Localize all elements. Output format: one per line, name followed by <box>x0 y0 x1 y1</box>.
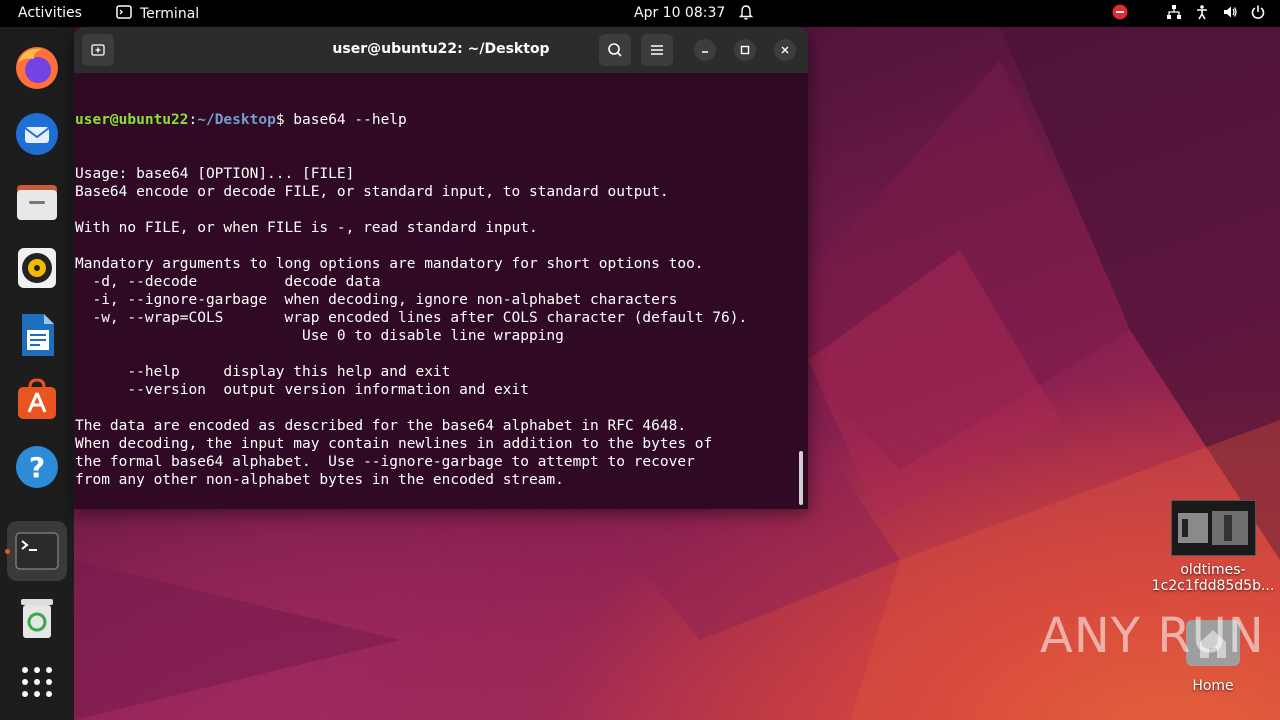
command-line: user@ubuntu22:~/Desktop$ base64 --help <box>75 111 795 129</box>
dock-trash[interactable] <box>7 588 67 648</box>
dock-rhythmbox[interactable] <box>7 238 67 298</box>
prompt-path: ~/Desktop <box>197 112 276 128</box>
terminal-icon <box>15 532 59 570</box>
maximize-icon <box>740 45 750 55</box>
prompt-user: user@ubuntu22 <box>75 112 189 128</box>
dock-help[interactable]: ? <box>7 437 67 497</box>
running-indicator <box>5 549 10 554</box>
close-button[interactable] <box>774 39 796 61</box>
output-line: The data are encoded as described for th… <box>75 418 687 434</box>
terminal-app-icon <box>116 5 132 23</box>
dock-show-applications[interactable] <box>7 652 67 712</box>
maximize-button[interactable] <box>734 39 756 61</box>
firefox-icon <box>16 47 58 89</box>
terminal-window[interactable]: user@ubuntu22: ~/Desktop user@ubuntu22:~… <box>74 27 808 509</box>
notification-bell-icon[interactable] <box>738 4 754 25</box>
stop-icon[interactable] <box>1112 4 1128 24</box>
output-line: Mandatory arguments to long options are … <box>75 256 704 272</box>
menu-button[interactable] <box>641 34 673 66</box>
app-menu-label: Terminal <box>140 6 200 22</box>
power-icon[interactable] <box>1250 4 1266 24</box>
trash-icon <box>21 599 53 638</box>
help-icon: ? <box>16 446 58 488</box>
prompt-separator: : <box>188 112 198 128</box>
writer-icon <box>22 314 54 356</box>
dock-firefox[interactable] <box>7 38 67 98</box>
search-button[interactable] <box>599 34 631 66</box>
app-grid-icon <box>22 667 52 697</box>
output-line: Base64 encode or decode FILE, or standar… <box>75 184 669 200</box>
software-store-icon <box>18 378 56 419</box>
output-line: GNU coreutils online help: <https://www.… <box>75 507 795 509</box>
dock-files[interactable] <box>7 172 67 232</box>
dock-ubuntu-software[interactable] <box>7 370 67 430</box>
terminal-headerbar[interactable]: user@ubuntu22: ~/Desktop <box>74 27 808 73</box>
output-line: -d, --decode decode data <box>75 274 381 290</box>
output-line: -i, --ignore-garbage when decoding, igno… <box>75 292 678 308</box>
home-folder-label[interactable]: Home <box>1178 678 1248 694</box>
activities-button[interactable]: Activities <box>18 5 82 21</box>
dock-terminal[interactable] <box>7 521 67 581</box>
output-line: --version output version information and… <box>75 382 529 398</box>
thunderbird-icon <box>16 113 58 155</box>
hamburger-menu-icon <box>651 45 663 55</box>
app-menu[interactable]: Terminal <box>116 5 199 23</box>
network-icon[interactable] <box>1166 4 1182 24</box>
file-name-line-2: 1c2c1fdd85d5b... <box>1151 578 1275 594</box>
dock-libreoffice-writer[interactable] <box>7 305 67 365</box>
top-bar: Activities Terminal Apr 10 08:37 <box>0 0 1280 27</box>
dock: ? <box>0 27 74 720</box>
command-text: base64 --help <box>293 112 407 128</box>
search-icon <box>608 43 622 57</box>
output-line: the formal base64 alphabet. Use --ignore… <box>75 454 695 470</box>
clock[interactable]: Apr 10 08:37 <box>634 5 725 21</box>
output-line: Usage: base64 [OPTION]... [FILE] <box>75 166 355 182</box>
output-line: When decoding, the input may contain new… <box>75 436 713 452</box>
system-tray[interactable] <box>1112 4 1266 24</box>
file-name-line-1: oldtimes- <box>1180 562 1246 578</box>
minimize-button[interactable] <box>694 39 716 61</box>
output-line: --help display this help and exit <box>75 364 451 380</box>
accessibility-icon[interactable] <box>1194 4 1210 24</box>
terminal-output[interactable]: user@ubuntu22:~/Desktop$ base64 --help U… <box>75 75 795 509</box>
rhythmbox-icon <box>18 248 56 288</box>
output-line: from any other non-alphabet bytes in the… <box>75 472 564 488</box>
help-output: Usage: base64 [OPTION]... [FILE] Base64 e… <box>75 165 795 509</box>
dock-thunderbird[interactable] <box>7 104 67 164</box>
output-line: Use 0 to disable line wrapping <box>75 328 564 344</box>
volume-icon[interactable] <box>1222 4 1238 24</box>
video-file-thumbnail[interactable] <box>1171 500 1256 556</box>
svg-text:?: ? <box>29 451 45 484</box>
prompt-symbol: $ <box>275 112 294 128</box>
video-file-label[interactable]: oldtimes- 1c2c1fdd85d5b... <box>1148 562 1278 594</box>
minimize-icon <box>702 51 708 53</box>
terminal-scrollbar[interactable] <box>799 451 803 505</box>
files-icon <box>17 185 57 220</box>
output-line: -w, --wrap=COLS wrap encoded lines after… <box>75 310 748 326</box>
anyrun-watermark: ANY RUN <box>1040 608 1265 664</box>
output-line: With no FILE, or when FILE is -, read st… <box>75 220 538 236</box>
close-icon <box>781 46 789 54</box>
